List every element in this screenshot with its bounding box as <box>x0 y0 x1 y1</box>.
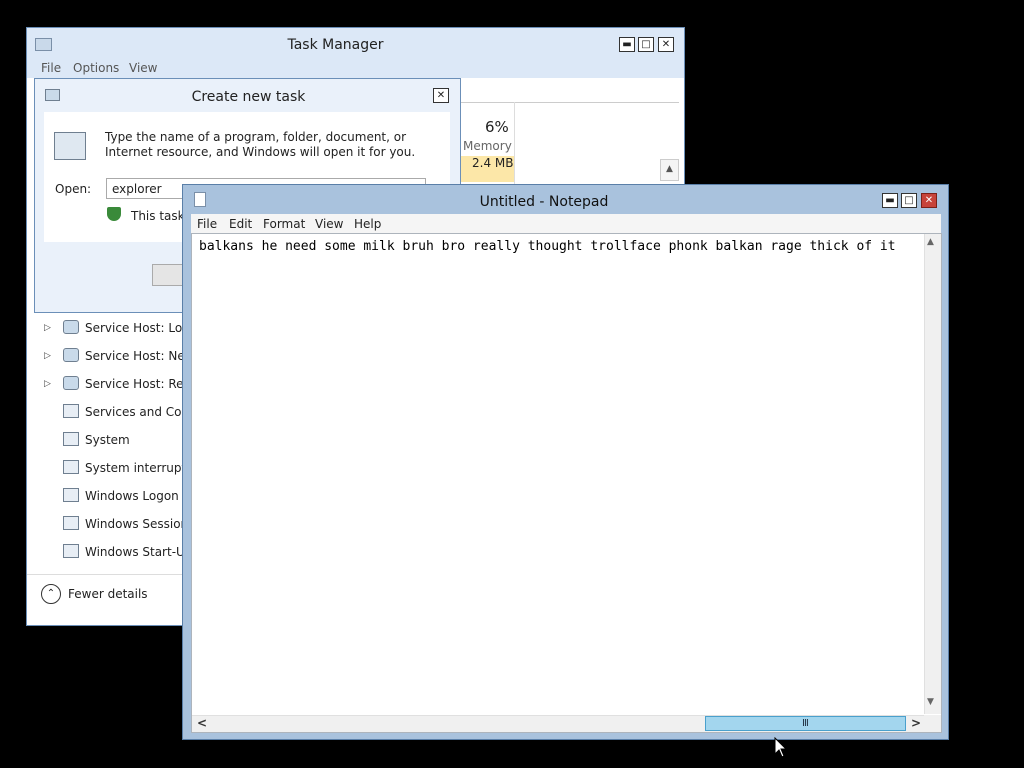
gear-icon <box>63 376 79 390</box>
task-manager-titlebar[interactable]: Task Manager ▬ □ ✕ <box>27 28 684 58</box>
menu-format[interactable]: Format <box>263 217 305 231</box>
open-label: Open: <box>55 182 92 196</box>
maximize-button[interactable]: □ <box>901 193 917 208</box>
scroll-down-icon[interactable]: ▼ <box>927 697 934 707</box>
gear-icon <box>63 348 79 362</box>
notepad-title: Untitled - Notepad <box>479 194 609 210</box>
create-task-title: Create new task <box>191 89 306 105</box>
program-icon <box>54 132 86 160</box>
menu-view[interactable]: View <box>129 61 157 75</box>
memory-percent: 6% <box>485 118 509 136</box>
close-button[interactable]: ✕ <box>658 37 674 52</box>
column-divider <box>514 102 515 184</box>
notepad-window: Untitled - Notepad ▬ □ ✕ File Edit Forma… <box>182 184 949 740</box>
scroll-left-icon[interactable]: < <box>197 716 207 730</box>
shield-icon <box>107 207 121 221</box>
expand-arrow-icon[interactable]: ▷ <box>44 379 51 389</box>
window-icon <box>63 404 79 418</box>
menu-view[interactable]: View <box>315 217 343 231</box>
size-grip[interactable] <box>924 715 941 732</box>
horizontal-scrollbar[interactable]: < Ⅲ > <box>192 715 925 732</box>
window-icon <box>63 516 79 530</box>
maximize-button[interactable]: □ <box>638 37 654 52</box>
open-input-value: explorer <box>112 182 162 196</box>
vertical-scrollbar[interactable]: ▲ ▼ <box>924 234 941 714</box>
tab-strip <box>460 80 679 103</box>
task-manager-title: Task Manager <box>287 37 384 53</box>
horizontal-scroll-thumb[interactable]: Ⅲ <box>705 716 906 731</box>
menu-file[interactable]: File <box>41 61 61 75</box>
expand-arrow-icon[interactable]: ▷ <box>44 351 51 361</box>
menu-file[interactable]: File <box>197 217 217 231</box>
notepad-text: balkans he need some milk bruh bro reall… <box>199 239 896 254</box>
task-manager-menubar: File Options View <box>27 58 684 78</box>
close-button[interactable]: ✕ <box>921 193 937 208</box>
mouse-cursor-icon <box>774 737 788 758</box>
window-icon <box>63 432 79 446</box>
ok-button[interactable] <box>152 264 183 286</box>
fewer-details-link[interactable]: Fewer details <box>68 587 148 601</box>
chevron-up-icon[interactable]: ⌃ <box>41 584 61 604</box>
process-list-scroll-up[interactable]: ▲ <box>660 159 679 181</box>
scroll-up-icon[interactable]: ▲ <box>927 237 934 247</box>
memory-column-header[interactable]: Memory <box>463 139 512 153</box>
gear-icon <box>63 320 79 334</box>
memory-value: 2.4 MB <box>472 156 514 170</box>
minimize-button[interactable]: ▬ <box>882 193 898 208</box>
window-icon <box>63 544 79 558</box>
window-icon <box>63 488 79 502</box>
menu-options[interactable]: Options <box>73 61 119 75</box>
minimize-button[interactable]: ▬ <box>619 37 635 52</box>
expand-arrow-icon[interactable]: ▷ <box>44 323 51 333</box>
menu-edit[interactable]: Edit <box>229 217 252 231</box>
create-task-description: Type the name of a program, folder, docu… <box>105 130 416 159</box>
scroll-right-icon[interactable]: > <box>911 716 921 730</box>
notepad-menubar: File Edit Format View Help <box>191 214 941 233</box>
window-icon <box>63 460 79 474</box>
close-button[interactable]: ✕ <box>433 88 449 103</box>
notepad-text-area[interactable]: balkans he need some milk bruh bro reall… <box>191 233 942 733</box>
menu-help[interactable]: Help <box>354 217 381 231</box>
memory-value-cell: 2.4 MB <box>460 156 514 182</box>
notepad-titlebar[interactable]: Untitled - Notepad ▬ □ ✕ <box>183 185 948 214</box>
